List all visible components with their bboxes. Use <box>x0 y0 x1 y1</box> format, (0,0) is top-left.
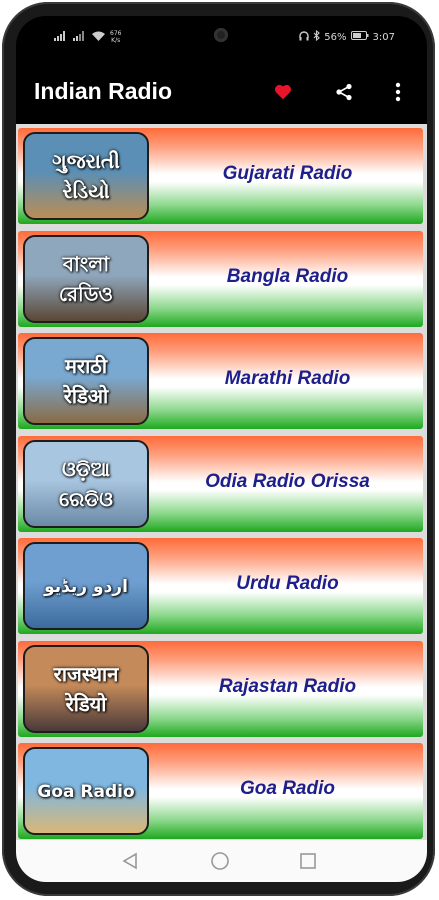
more-options-button[interactable] <box>386 80 410 104</box>
station-thumbnail: বাংলা রেডিও <box>23 234 149 323</box>
station-thumbnail: मराठी रेडिओ <box>23 337 149 425</box>
station-thumbnail-text: ଓଡ଼ିଆ ରେଡିଓ <box>59 456 113 511</box>
station-thumbnail-text: मराठी रेडिओ <box>63 354 109 408</box>
net-speed-value: 676 <box>110 30 122 37</box>
station-name: Gujarati Radio <box>222 163 353 184</box>
battery-icon <box>350 31 369 43</box>
station-thumbnail-text: राजस्थान रेडियो <box>53 661 119 716</box>
station-thumbnail-text: ગુજરાતી રેડિયો <box>52 149 120 203</box>
phone-frame: 676 K/s 56% 3:07 Indian Radio ગુજરાતી રે… <box>2 2 435 896</box>
share-icon <box>336 83 352 101</box>
favorite-button[interactable] <box>271 80 295 104</box>
station-name: Rajastan Radio <box>218 675 357 697</box>
share-button[interactable] <box>332 80 356 104</box>
station-thumbnail: ગુજરાતી રેડિયો <box>23 132 149 220</box>
front-camera <box>214 28 228 42</box>
nav-home-button[interactable] <box>209 850 231 872</box>
headphones-icon <box>299 30 309 44</box>
station-thumbnail-text: বাংলা রেডিও <box>58 251 114 306</box>
station-item[interactable]: ગુજરાતી રેડિયો Gujarati Radio <box>18 128 423 224</box>
status-left: 676 K/s <box>54 30 121 44</box>
back-triangle-icon <box>122 852 137 870</box>
station-item[interactable]: اردو ریڈیو Urdu Radio <box>18 538 423 634</box>
station-thumbnail: Goa Radio <box>23 747 149 835</box>
status-right: 56% 3:07 <box>299 29 395 44</box>
station-list: ગુજરાતી રેડિયો Gujarati Radio বাংলা রেডিও B… <box>16 124 427 840</box>
station-name: Goa Radio <box>239 778 335 799</box>
battery-percent: 56% <box>324 31 347 43</box>
station-name: Odia Radio Orissa <box>205 470 370 492</box>
heart-icon <box>275 84 291 100</box>
signal-icon <box>54 30 68 44</box>
status-bar: 676 K/s 56% 3:07 <box>16 16 427 60</box>
screen: 676 K/s 56% 3:07 Indian Radio ગુજરાતી રે… <box>16 16 427 882</box>
station-thumbnail-text: Goa Radio <box>37 782 135 802</box>
station-item[interactable]: Goa Radio Goa Radio <box>18 743 423 839</box>
bluetooth-icon <box>313 29 321 44</box>
station-item[interactable]: मराठी रेडिओ Marathi Radio <box>18 333 423 429</box>
station-thumbnail: राजस्थान रेडियो <box>23 644 149 733</box>
navigation-bar <box>16 840 427 882</box>
station-thumbnail: اردو ریڈیو <box>23 542 149 630</box>
wifi-icon <box>92 31 105 44</box>
station-thumbnail: ଓଡ଼ିଆ ରେଡିଓ <box>23 439 149 528</box>
station-item[interactable]: राजस्थान रेडियो Rajastan Radio <box>18 640 423 737</box>
station-item[interactable]: ଓଡ଼ିଆ ରେଡିଓ Odia Radio Orissa <box>18 435 423 532</box>
app-title: Indian Radio <box>34 78 172 104</box>
station-item[interactable]: বাংলা রেডিও Bangla Radio <box>18 230 423 327</box>
status-time: 3:07 <box>372 31 395 43</box>
nav-back-button[interactable] <box>119 850 141 872</box>
station-thumbnail-text: اردو ریڈیو <box>44 577 128 597</box>
recents-square-icon <box>300 853 316 869</box>
net-speed: 676 K/s <box>110 30 121 44</box>
station-name: Urdu Radio <box>236 573 339 594</box>
net-speed-unit: K/s <box>111 37 121 44</box>
station-name: Bangla Radio <box>226 265 349 287</box>
home-circle-icon <box>211 852 229 870</box>
app-bar: Indian Radio <box>16 60 427 124</box>
station-name: Marathi Radio <box>224 368 351 389</box>
nav-recents-button[interactable] <box>297 850 319 872</box>
more-vert-icon <box>395 82 401 102</box>
signal-icon-2 <box>73 30 87 44</box>
